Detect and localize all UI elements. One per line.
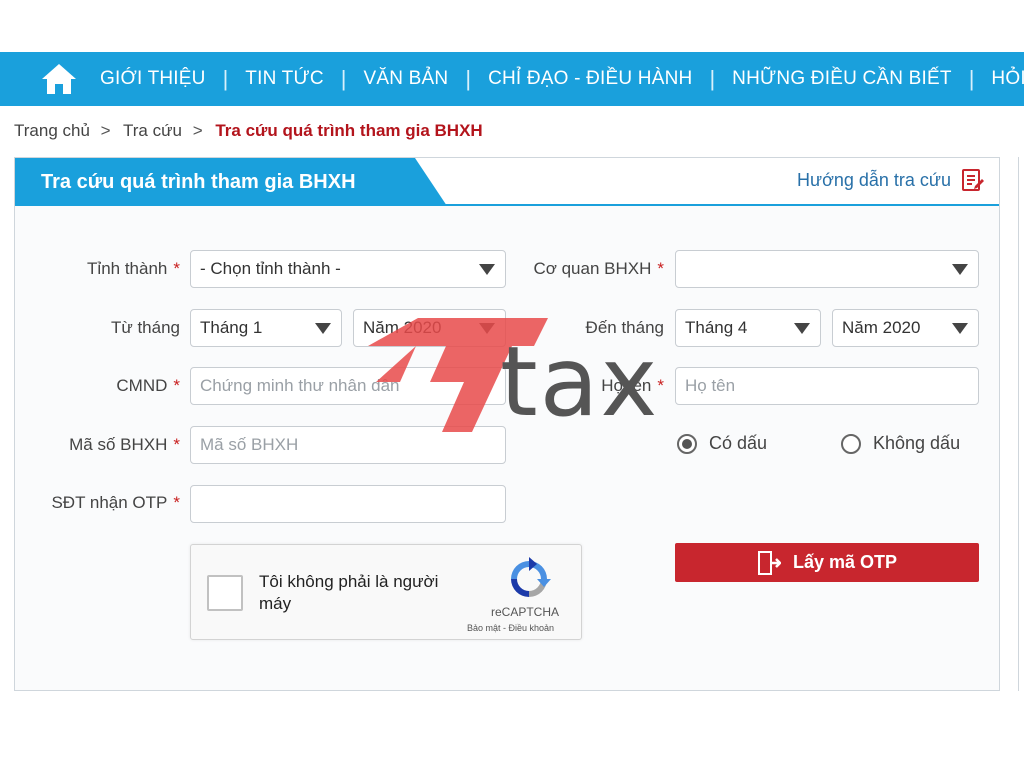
nav-separator: |: [222, 66, 229, 91]
from-year-select[interactable]: Năm 2020: [353, 309, 506, 347]
id-label: CMND *: [60, 376, 180, 396]
province-label: Tỉnh thành *: [60, 259, 180, 279]
nav-item-chi-dao-dieu-hanh[interactable]: CHỈ ĐẠO - ĐIỀU HÀNH: [488, 68, 692, 90]
help-link[interactable]: Hướng dẫn tra cứu: [797, 168, 985, 192]
get-otp-button[interactable]: Lấy mã OTP: [675, 543, 979, 582]
radio-checked-icon: [677, 433, 697, 454]
top-navbar: GIỚI THIỆU | TIN TỨC | VĂN BẢN | CHỈ ĐẠO…: [0, 52, 1024, 106]
to-month-label: Đến tháng: [512, 318, 664, 338]
chevron-down-icon: [952, 264, 968, 275]
nav-menu: GIỚI THIỆU | TIN TỨC | VĂN BẢN | CHỈ ĐẠO…: [100, 66, 1024, 92]
to-month-value: Tháng 4: [685, 318, 748, 337]
required-mark: *: [173, 259, 180, 278]
from-month-value: Tháng 1: [200, 318, 263, 337]
agency-label-text: Cơ quan BHXH: [533, 259, 652, 278]
agency-label: Cơ quan BHXH *: [512, 259, 664, 279]
name-input[interactable]: Họ tên: [675, 367, 979, 405]
to-year-value: Năm 2020: [842, 318, 921, 337]
nav-separator: |: [340, 66, 347, 91]
phone-label-text: SĐT nhận OTP: [51, 493, 168, 512]
radio-accent[interactable]: Có dấu: [677, 433, 767, 454]
edit-document-icon: [962, 169, 984, 191]
panel-header: Tra cứu quá trình tham gia BHXH Hướng dẫ…: [15, 158, 999, 206]
help-link-label: Hướng dẫn tra cứu: [797, 169, 951, 190]
radio-unchecked-icon: [841, 433, 861, 454]
chevron-down-icon: [479, 264, 495, 275]
name-input-placeholder: Họ tên: [685, 376, 736, 395]
required-mark: *: [657, 376, 664, 395]
breadcrumb-separator: >: [100, 121, 111, 140]
name-label: Họ tên *: [512, 376, 664, 396]
bhxh-label-text: Mã số BHXH: [69, 435, 168, 454]
nav-item-nhung-dieu-can-biet[interactable]: NHỮNG ĐIỀU CẦN BIẾT: [732, 68, 952, 90]
chevron-down-icon: [952, 323, 968, 334]
nav-separator: |: [465, 66, 472, 91]
from-month-label-text: Từ tháng: [110, 318, 180, 337]
bhxh-input[interactable]: Mã số BHXH: [190, 426, 506, 464]
recaptcha-brand: reCAPTCHA: [491, 605, 560, 619]
breadcrumb-home[interactable]: Trang chủ: [14, 121, 90, 140]
nav-separator: |: [709, 66, 716, 91]
nav-item-gioi-thieu[interactable]: GIỚI THIỆU: [100, 68, 206, 90]
recaptcha-logo-icon: [511, 557, 551, 597]
get-otp-label: Lấy mã OTP: [792, 552, 898, 572]
from-month-select[interactable]: Tháng 1: [190, 309, 342, 347]
recaptcha-label: Tôi không phải là người máy: [259, 572, 439, 613]
nav-item-van-ban[interactable]: VĂN BẢN: [364, 68, 449, 90]
breadcrumb-current: Tra cứu quá trình tham gia BHXH: [215, 121, 483, 140]
breadcrumb-lookup[interactable]: Tra cứu: [123, 121, 182, 140]
bhxh-input-placeholder: Mã số BHXH: [200, 435, 299, 454]
side-panel-edge: [1018, 157, 1024, 691]
chevron-down-icon: [315, 323, 331, 334]
nav-home-button[interactable]: [40, 52, 80, 106]
phone-input[interactable]: [190, 485, 506, 523]
door-exit-icon: [757, 550, 781, 575]
radio-no-accent[interactable]: Không dấu: [841, 433, 960, 454]
breadcrumb-separator: >: [192, 121, 203, 140]
nav-separator: |: [968, 66, 975, 91]
province-label-text: Tỉnh thành: [87, 259, 168, 278]
province-select-value: - Chọn tỉnh thành -: [200, 259, 341, 278]
breadcrumb: Trang chủ > Tra cứu > Tra cứu quá trình …: [14, 121, 483, 141]
province-select[interactable]: - Chọn tỉnh thành -: [190, 250, 506, 288]
recaptcha-widget: Tôi không phải là người máy reCAPTCHA Bả…: [190, 544, 582, 640]
nav-item-tin-tuc[interactable]: TIN TỨC: [245, 68, 324, 90]
from-year-value: Năm 2020: [363, 318, 442, 337]
id-label-text: CMND: [116, 376, 168, 395]
panel-title: Tra cứu quá trình tham gia BHXH: [15, 158, 447, 206]
from-month-label: Từ tháng: [60, 318, 180, 338]
required-mark: *: [173, 435, 180, 454]
to-year-select[interactable]: Năm 2020: [832, 309, 979, 347]
to-month-label-text: Đến tháng: [585, 318, 664, 337]
radio-no-accent-label: Không dấu: [873, 433, 961, 453]
chevron-down-icon: [479, 323, 495, 334]
required-mark: *: [657, 259, 664, 278]
home-icon: [42, 64, 76, 94]
bhxh-label: Mã số BHXH *: [40, 435, 180, 455]
to-month-select[interactable]: Tháng 4: [675, 309, 821, 347]
phone-label: SĐT nhận OTP *: [20, 493, 180, 513]
name-label-text: Họ tên: [601, 376, 652, 395]
chevron-down-icon: [794, 323, 810, 334]
id-input[interactable]: Chứng minh thư nhân dân: [190, 367, 506, 405]
required-mark: *: [173, 376, 180, 395]
id-input-placeholder: Chứng minh thư nhân dân: [200, 376, 400, 395]
agency-select[interactable]: [675, 250, 979, 288]
recaptcha-terms-link[interactable]: Bảo mật - Điều khoản: [467, 623, 554, 633]
required-mark: *: [173, 493, 180, 512]
radio-accent-label: Có dấu: [709, 433, 768, 453]
recaptcha-checkbox[interactable]: [207, 575, 243, 611]
nav-item-hoi-dap[interactable]: HỎI -: [991, 68, 1024, 90]
